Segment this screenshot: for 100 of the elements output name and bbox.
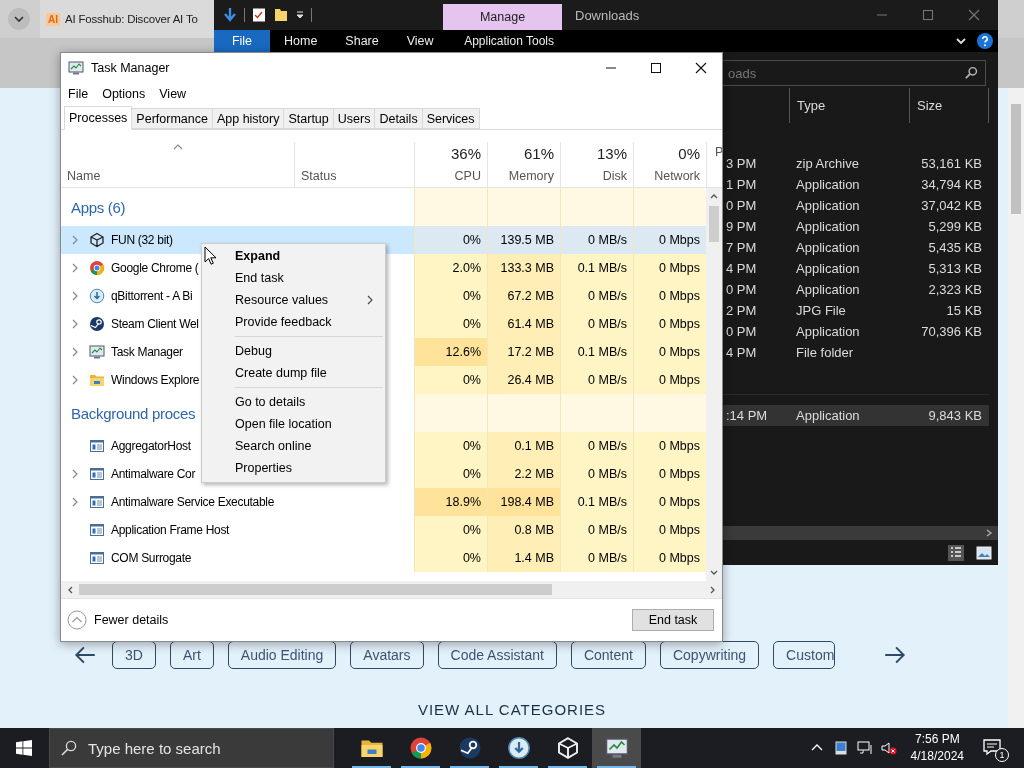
file-row[interactable]: 7 PM Application 5,435 KB <box>723 237 989 258</box>
volume-muted-icon[interactable] <box>880 740 897 756</box>
tab[interactable]: Services <box>422 108 480 129</box>
file-row[interactable]: 0 PM Application 2,323 KB <box>723 279 989 300</box>
column-header[interactable]: Network <box>654 169 700 183</box>
usage-percent: 13% <box>596 145 627 162</box>
network-icon[interactable] <box>856 740 873 756</box>
column-header[interactable]: CPU <box>454 169 481 183</box>
clock-time[interactable]: 7:56 PM <box>914 731 960 748</box>
tab[interactable]: Users <box>333 108 376 129</box>
column-header[interactable]: Memory <box>508 169 554 183</box>
scrollbar[interactable] <box>706 188 722 581</box>
process-name[interactable]: qBittorrent - A Bi <box>111 289 193 303</box>
end-task-button[interactable]: End task <box>632 609 714 631</box>
process-name[interactable]: Steam Client Wel <box>111 317 199 331</box>
notification-icon[interactable] <box>982 737 1002 757</box>
expand-chevron-icon[interactable] <box>72 235 78 245</box>
category-chip[interactable]: Custom <box>773 641 836 669</box>
menu-item[interactable]: View <box>155 86 191 101</box>
tablet-icon[interactable] <box>832 740 849 756</box>
process-name[interactable]: Application Frame Host <box>111 523 230 537</box>
file-row[interactable]: 0 PM Application 70,396 KB <box>723 321 989 342</box>
tab[interactable]: Processes <box>64 106 133 130</box>
chevron-down-icon[interactable] <box>955 35 967 47</box>
clock-date[interactable]: 4/18/2024 <box>910 748 964 765</box>
file-row[interactable]: :14 PM Application 9,843 KB <box>723 405 989 426</box>
expand-chevron-icon[interactable] <box>72 497 78 507</box>
close-icon[interactable] <box>695 62 707 74</box>
ribbon-tab[interactable]: Home <box>270 30 332 52</box>
scroll-thumb[interactable] <box>709 206 719 242</box>
menu-item[interactable]: End task <box>202 267 385 289</box>
scroll-thumb[interactable] <box>79 584 552 595</box>
menu-item[interactable]: Search online <box>202 435 385 457</box>
process-name[interactable]: Antimalware Cor <box>111 467 196 481</box>
expand-chevron-icon[interactable] <box>72 291 78 301</box>
column-header[interactable]: Name <box>67 169 101 183</box>
scroll-thumb[interactable] <box>1011 104 1021 214</box>
column-header[interactable]: Status <box>301 169 408 183</box>
process-name[interactable]: Task Manager <box>111 345 183 359</box>
file-row[interactable]: 1 PM Application 34,794 KB <box>723 174 989 195</box>
scrollbar[interactable] <box>723 526 998 540</box>
column-header[interactable]: Disk <box>602 169 627 183</box>
file-row[interactable]: 9 PM Application 5,299 KB <box>723 216 989 237</box>
process-name[interactable]: Antimalware Service Executable <box>111 495 275 509</box>
menu-item[interactable]: Go to details <box>202 391 385 413</box>
search-field[interactable]: oads <box>723 60 986 86</box>
file-row[interactable]: 2 PM JPG File 15 KB <box>723 300 989 321</box>
menu-item[interactable]: Expand <box>202 245 385 267</box>
menu-item[interactable]: Provide feedback <box>202 311 385 333</box>
process-name[interactable]: Windows Explore <box>111 373 200 387</box>
menu-item[interactable]: Resource values <box>202 289 385 311</box>
file-row[interactable]: 0 PM Application 37,042 KB <box>723 195 989 216</box>
folder-icon[interactable] <box>273 7 289 23</box>
menu-item[interactable]: Open file location <box>202 413 385 435</box>
expand-chevron-icon[interactable] <box>72 263 78 273</box>
size-cell-text: 2,323 KB <box>927 282 982 297</box>
size-cell-text: 37,042 KB <box>920 198 982 213</box>
help-icon[interactable] <box>977 33 993 49</box>
column-header[interactable]: Size <box>909 88 989 123</box>
menu-item[interactable]: File <box>64 86 93 101</box>
expand-chevron-icon[interactable] <box>72 469 78 479</box>
file-tab[interactable]: File <box>214 30 270 52</box>
file-row[interactable]: 4 PM Application 5,313 KB <box>723 258 989 279</box>
down-arrow-icon[interactable] <box>222 7 238 23</box>
expand-chevron-icon[interactable] <box>72 347 78 357</box>
maximize-icon[interactable] <box>650 62 662 74</box>
browser-tab[interactable]: AI AI Fosshub: Discover AI To <box>40 0 214 38</box>
scrollbar[interactable] <box>61 581 722 598</box>
ribbon-tab[interactable]: Share <box>331 30 393 52</box>
search-field[interactable]: Type here to search <box>49 728 334 768</box>
file-row[interactable]: 3 PM zip Archive 53,161 KB <box>723 153 989 174</box>
process-name[interactable]: Google Chrome ( <box>111 261 199 275</box>
scrollbar[interactable] <box>1008 88 1024 728</box>
menu-item[interactable]: Create dump file <box>202 362 385 384</box>
file-row[interactable]: 4 PM File folder <box>723 342 989 363</box>
menu-item[interactable]: Debug <box>202 340 385 362</box>
ribbon-tab[interactable]: Application Tools <box>449 30 569 52</box>
fewer-details-link[interactable]: Fewer details <box>67 610 169 630</box>
tab[interactable]: Performance <box>132 108 213 129</box>
tab[interactable]: Startup <box>284 108 334 129</box>
dropdown-icon[interactable] <box>295 10 305 20</box>
tab[interactable]: App history <box>212 108 285 129</box>
expand-chevron-icon[interactable] <box>72 319 78 329</box>
column-header[interactable]: P <box>715 145 722 159</box>
scroll-right-icon[interactable] <box>984 528 994 538</box>
view-all-link[interactable]: VIEW ALL CATEGORIES <box>417 700 607 720</box>
process-name[interactable]: FUN (32 bit) <box>111 233 173 247</box>
details-view-icon[interactable] <box>948 544 964 561</box>
taskbar-app[interactable] <box>592 728 641 768</box>
start-icon[interactable] <box>16 740 32 756</box>
menu-item[interactable]: Options <box>98 86 150 101</box>
process-name[interactable]: COM Surrogate <box>111 551 192 565</box>
expand-chevron-icon[interactable] <box>72 375 78 385</box>
thumbnail-view-icon[interactable] <box>976 544 992 561</box>
process-name[interactable]: AggregatorHost <box>111 439 191 453</box>
ribbon-tab[interactable]: View <box>392 30 448 52</box>
column-header[interactable]: Type <box>789 88 909 123</box>
tab[interactable]: Details <box>375 108 423 129</box>
checklist-icon[interactable] <box>251 7 267 23</box>
menu-item[interactable]: Properties <box>202 457 385 479</box>
